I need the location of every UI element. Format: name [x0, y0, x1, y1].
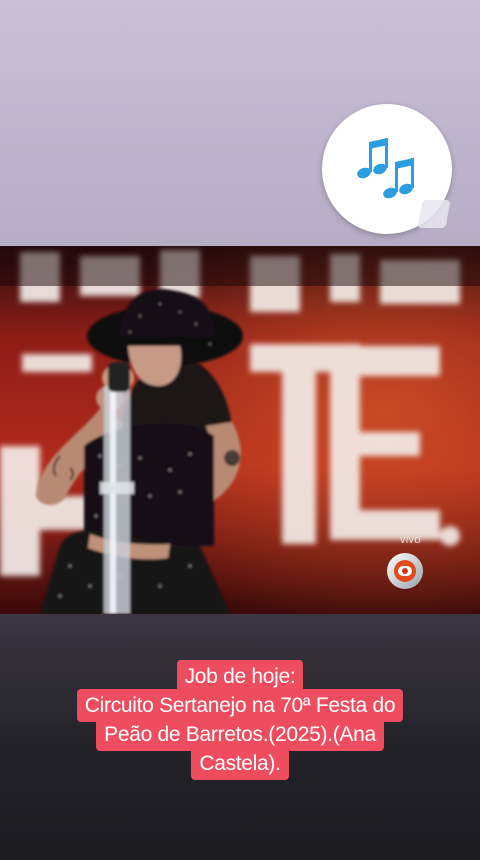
music-notes-icon [357, 138, 414, 199]
globo-logo-icon [387, 553, 423, 589]
story-caption: Job de hoje: Circuito Sertanejo na 70ª F… [0, 660, 480, 780]
sticker-corner [417, 200, 451, 228]
caption-line: Castela). [191, 747, 289, 780]
live-label: VIVO [400, 536, 422, 545]
